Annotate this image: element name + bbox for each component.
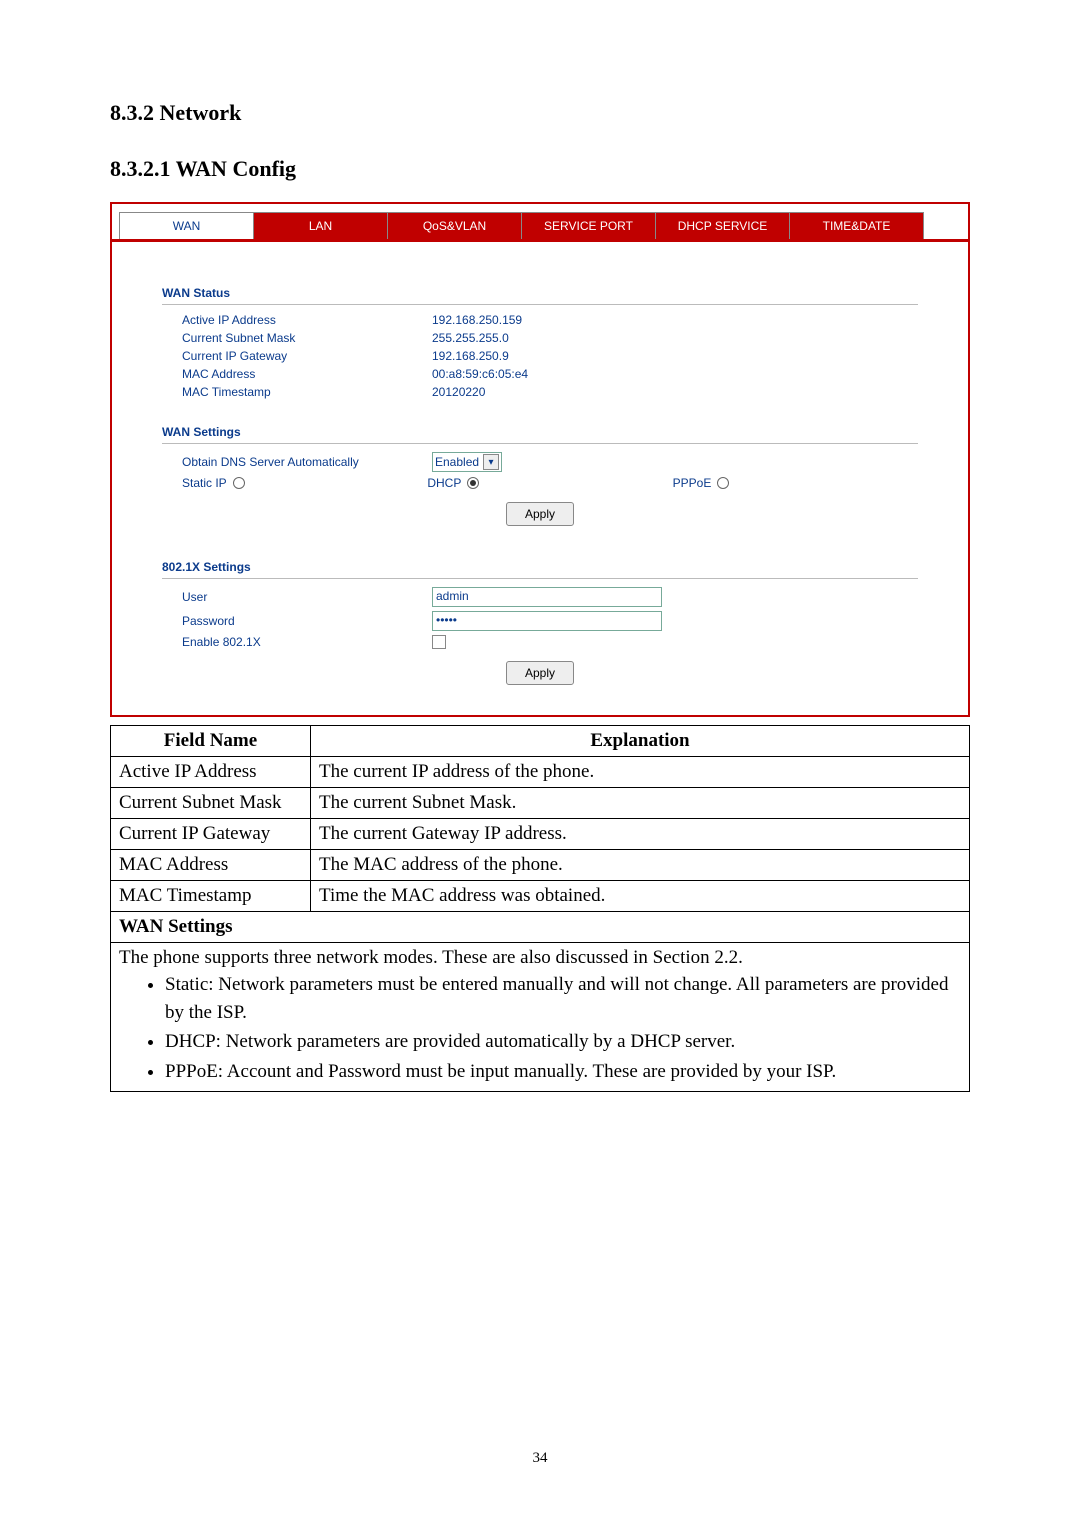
password-input[interactable]: ••••• [432, 611, 662, 631]
value-mac: 00:a8:59:c6:05:e4 [432, 367, 528, 381]
row-net-mode: Static IP DHCP PPPoE [162, 474, 918, 492]
apply-button-8021x[interactable]: Apply [506, 661, 574, 685]
row-dns: Obtain DNS Server Automatically Enabled … [162, 450, 918, 474]
label-password: Password [162, 614, 432, 628]
table-row: Active IP Address The current IP address… [111, 757, 970, 788]
row-gateway: Current IP Gateway 192.168.250.9 [162, 347, 918, 365]
section-wan-status: WAN Status [162, 282, 918, 305]
th-field: Field Name [111, 726, 311, 757]
cell-field: Active IP Address [111, 757, 311, 788]
cell-field: MAC Timestamp [111, 881, 311, 912]
label-active-ip: Active IP Address [162, 313, 432, 327]
label-mac: MAC Address [162, 367, 432, 381]
cell-expl: The current Gateway IP address. [311, 819, 970, 850]
panel-body: WAN Status Active IP Address 192.168.250… [112, 242, 968, 715]
screenshot-panel: WAN LAN QoS&VLAN SERVICE PORT DHCP SERVI… [110, 202, 970, 717]
heading-wan-config: 8.3.2.1 WAN Config [110, 156, 970, 182]
list-item: PPPoE: Account and Password must be inpu… [165, 1058, 961, 1086]
list-item: DHCP: Network parameters are provided au… [165, 1028, 961, 1056]
label-subnet: Current Subnet Mask [162, 331, 432, 345]
list-item: Static: Network parameters must be enter… [165, 971, 961, 1026]
row-pass: Password ••••• [162, 609, 918, 633]
value-active-ip: 192.168.250.159 [432, 313, 522, 327]
radio-pppoe[interactable]: PPPoE [673, 476, 918, 490]
user-input[interactable]: admin [432, 587, 662, 607]
radio-static-btn[interactable] [233, 477, 245, 489]
value-macts: 20120220 [432, 385, 485, 399]
radio-static[interactable]: Static IP [182, 476, 427, 490]
tab-dhcp-service[interactable]: DHCP SERVICE [655, 212, 790, 239]
cell-subheader: WAN Settings [111, 912, 970, 943]
row-macts: MAC Timestamp 20120220 [162, 383, 918, 401]
dns-select-value: Enabled [435, 455, 479, 469]
radio-pppoe-btn[interactable] [717, 477, 729, 489]
label-gateway: Current IP Gateway [162, 349, 432, 363]
row-subnet: Current Subnet Mask 255.255.255.0 [162, 329, 918, 347]
table-subheader: WAN Settings [111, 912, 970, 943]
dns-select[interactable]: Enabled ▾ [432, 452, 502, 472]
th-expl: Explanation [311, 726, 970, 757]
value-subnet: 255.255.255.0 [432, 331, 509, 345]
label-enable8021x: Enable 802.1X [162, 635, 432, 649]
table-row: Current IP Gateway The current Gateway I… [111, 819, 970, 850]
tab-lan[interactable]: LAN [253, 212, 388, 239]
radio-static-label: Static IP [182, 476, 227, 490]
cell-expl: The current IP address of the phone. [311, 757, 970, 788]
cell-field: Current IP Gateway [111, 819, 311, 850]
cell-expl: Time the MAC address was obtained. [311, 881, 970, 912]
row-mac: MAC Address 00:a8:59:c6:05:e4 [162, 365, 918, 383]
label-macts: MAC Timestamp [162, 385, 432, 399]
heading-network: 8.3.2 Network [110, 100, 970, 126]
tab-service-port[interactable]: SERVICE PORT [521, 212, 656, 239]
row-user: User admin [162, 585, 918, 609]
tab-bar: WAN LAN QoS&VLAN SERVICE PORT DHCP SERVI… [112, 204, 968, 242]
enable8021x-checkbox[interactable] [432, 635, 446, 649]
cell-expl: The MAC address of the phone. [311, 850, 970, 881]
cell-field: MAC Address [111, 850, 311, 881]
section-wan-settings: WAN Settings [162, 421, 918, 444]
row-active-ip: Active IP Address 192.168.250.159 [162, 311, 918, 329]
apply-button[interactable]: Apply [506, 502, 574, 526]
notes-intro: The phone supports three network modes. … [119, 947, 961, 969]
radio-dhcp-label: DHCP [427, 476, 461, 490]
value-gateway: 192.168.250.9 [432, 349, 509, 363]
tab-time-date[interactable]: TIME&DATE [789, 212, 924, 239]
radio-dhcp-btn[interactable] [467, 477, 479, 489]
radio-dhcp[interactable]: DHCP [427, 476, 672, 490]
chevron-down-icon: ▾ [483, 454, 499, 470]
label-dns-auto: Obtain DNS Server Automatically [162, 455, 432, 469]
doc-table: Field Name Explanation Active IP Address… [110, 725, 970, 943]
cell-expl: The current Subnet Mask. [311, 788, 970, 819]
table-row: MAC Address The MAC address of the phone… [111, 850, 970, 881]
tab-wan[interactable]: WAN [119, 212, 254, 239]
table-row: Current Subnet Mask The current Subnet M… [111, 788, 970, 819]
row-enable8021x: Enable 802.1X [162, 633, 918, 651]
table-row: MAC Timestamp Time the MAC address was o… [111, 881, 970, 912]
radio-pppoe-label: PPPoE [673, 476, 712, 490]
label-user: User [162, 590, 432, 604]
cell-field: Current Subnet Mask [111, 788, 311, 819]
section-8021x: 802.1X Settings [162, 556, 918, 579]
tab-qosvlan[interactable]: QoS&VLAN [387, 212, 522, 239]
table-notes: The phone supports three network modes. … [110, 943, 970, 1092]
page-number: 34 [0, 1450, 1080, 1467]
